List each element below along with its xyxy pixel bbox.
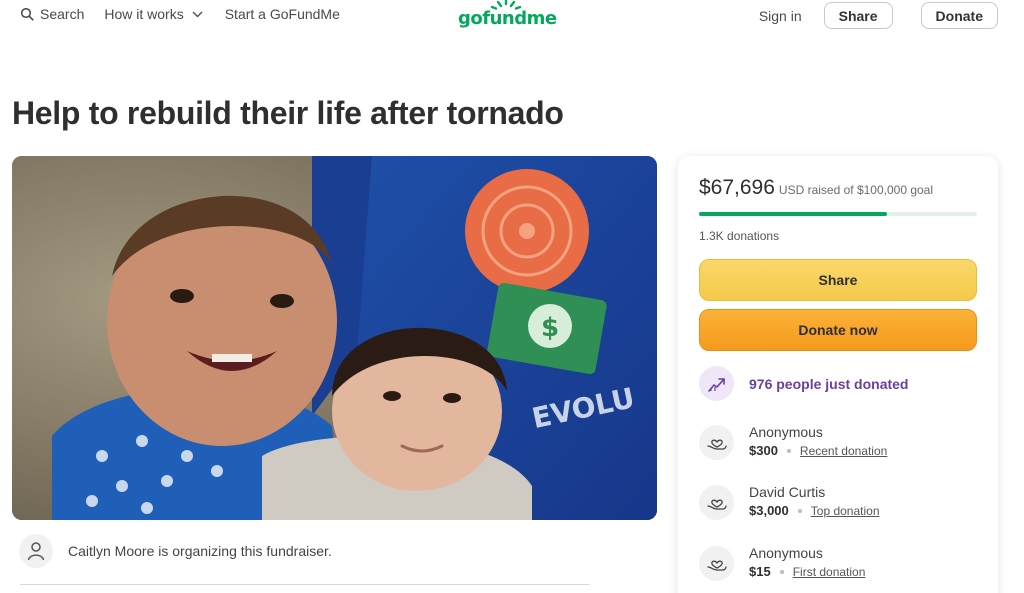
top-donation-link[interactable]: Top donation [811, 504, 880, 518]
donations-count: 1.3K donations [699, 229, 780, 243]
how-it-works-label: How it works [104, 6, 184, 22]
separator-dot [779, 569, 784, 574]
trending-up-icon [699, 366, 734, 401]
how-it-works-menu[interactable]: How it works [104, 6, 203, 22]
raised-goal-text: USD raised of $100,000 goal [778, 183, 934, 197]
page-title: Help to rebuild their life after tornado [12, 95, 564, 131]
nav-left-group: Search How it works Start a GoFundMe [20, 6, 340, 22]
donor-name: Anonymous [749, 545, 823, 561]
first-donation-link[interactable]: First donation [793, 565, 866, 579]
donate-now-button[interactable]: Donate now [699, 309, 977, 351]
donation-amount: $300 [749, 443, 778, 458]
campaign-photo[interactable]: $ EVOLU [12, 156, 657, 520]
header-donate-button[interactable]: Donate [920, 2, 998, 29]
donation-amount: $3,000 [749, 503, 789, 518]
sign-in-link[interactable]: Sign in [759, 8, 802, 24]
recent-donation-link[interactable]: Recent donation [800, 444, 887, 458]
chevron-down-icon [192, 10, 203, 18]
nav-right-group: Sign in Share Donate [759, 2, 998, 29]
progress-bar [699, 212, 977, 216]
search-label: Search [40, 6, 85, 22]
heart-hand-icon [699, 485, 734, 520]
donor-name: David Curtis [749, 484, 826, 500]
raised-summary: $67,696 USD raised of $100,000 goal [699, 176, 933, 200]
donor-name: Anonymous [749, 424, 823, 440]
start-gofundme-link[interactable]: Start a GoFundMe [225, 6, 340, 22]
trend-text: 976 people just donated [749, 375, 909, 392]
svg-text:$: $ [541, 313, 559, 343]
donation-item: David Curtis $3,000 Top donation [699, 484, 880, 520]
gofundme-logo[interactable]: gofundme [458, 0, 557, 32]
user-icon [27, 542, 45, 561]
start-gofundme-label: Start a GoFundMe [224, 6, 340, 22]
search-button[interactable]: Search [20, 6, 84, 22]
divider [20, 584, 590, 585]
header-share-button[interactable]: Share [823, 2, 893, 29]
separator-dot [797, 508, 802, 513]
donation-item: Anonymous $15 First donation [699, 545, 865, 581]
logo-text: gofundme [458, 8, 557, 29]
separator-dot [786, 448, 791, 453]
progress-fill [699, 212, 888, 216]
donation-item: Anonymous $300 Recent donation [699, 424, 887, 460]
heart-hand-icon [699, 425, 734, 460]
top-navigation: Search How it works Start a GoFundMe gof… [0, 0, 1024, 32]
organizer-text: Caitlyn Moore is organizing this fundrai… [68, 543, 332, 559]
organizer-avatar [19, 534, 53, 568]
search-icon [20, 7, 34, 21]
heart-hand-icon [699, 546, 734, 581]
raised-amount: $67,696 [699, 176, 775, 199]
organizer-row: Caitlyn Moore is organizing this fundrai… [19, 534, 332, 568]
donation-amount: $15 [749, 564, 771, 579]
share-button[interactable]: Share [699, 259, 977, 301]
donation-card: $67,696 USD raised of $100,000 goal 1.3K… [678, 156, 998, 593]
recent-activity: 976 people just donated [699, 366, 908, 401]
